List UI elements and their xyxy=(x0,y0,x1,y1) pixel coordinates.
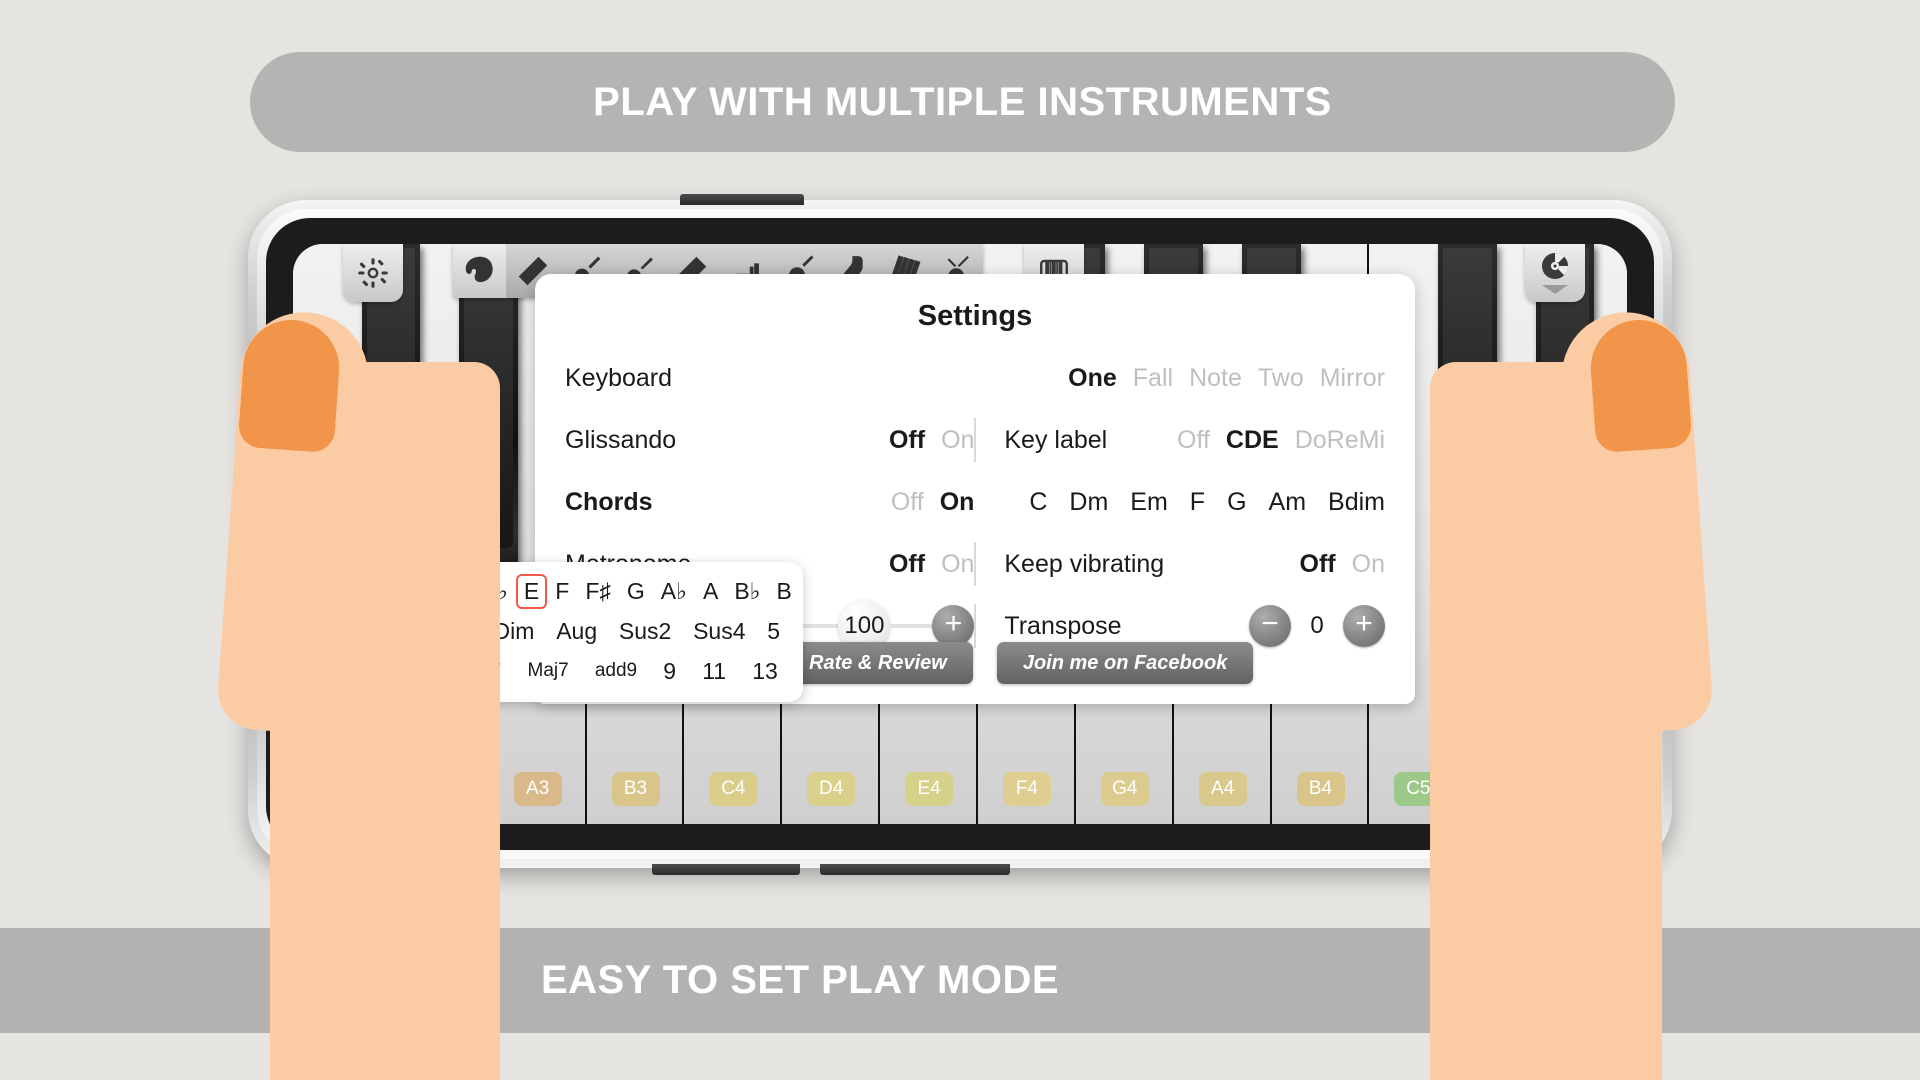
keyboard-option-fall[interactable]: Fall xyxy=(1133,364,1173,393)
keep-vibrating-option-on[interactable]: On xyxy=(1352,550,1385,579)
settings-cell-chords: Chords Off On xyxy=(565,488,974,517)
metronome-option-on[interactable]: On xyxy=(941,550,974,579)
chord-note-e[interactable]: E xyxy=(515,573,548,609)
phone-bottom-button-a xyxy=(652,864,800,875)
chords-label: Chords xyxy=(565,487,653,516)
settings-cell-chord-buttons: C Dm Em F G Am Bdim xyxy=(976,488,1385,517)
settings-cell-glissando: Glissando Off On xyxy=(565,426,974,455)
glissando-option-off[interactable]: Off xyxy=(889,426,925,455)
chord-note-b[interactable]: B xyxy=(769,574,800,609)
key-label-g4: G4 xyxy=(1100,772,1149,806)
keyboard-option-note[interactable]: Note xyxy=(1189,364,1242,393)
right-hand-illustration xyxy=(1410,242,1715,1080)
keep-vibrating-options[interactable]: Off On xyxy=(1300,550,1385,579)
chord-quality-aug[interactable]: Aug xyxy=(548,614,605,649)
settings-cell-keepvibrating: Keep vibrating Off On xyxy=(976,550,1385,579)
keyboard-option-one[interactable]: One xyxy=(1068,364,1117,393)
metronome-option-off[interactable]: Off xyxy=(889,550,925,579)
chord-extension-9[interactable]: 9 xyxy=(655,654,684,689)
glissando-options[interactable]: Off On xyxy=(889,426,974,455)
chord-button-c[interactable]: C xyxy=(1029,488,1047,517)
top-promo-banner: PLAY WITH MULTIPLE INSTRUMENTS xyxy=(250,52,1675,152)
key-label-option-off[interactable]: Off xyxy=(1177,426,1210,455)
chord-note-f[interactable]: F xyxy=(547,574,577,609)
key-label-d4: D4 xyxy=(807,772,856,806)
chord-note-g[interactable]: G xyxy=(619,574,653,609)
chords-option-on[interactable]: On xyxy=(940,488,975,517)
keyboard-options[interactable]: One Fall Note Two Mirror xyxy=(1068,364,1385,393)
tempo-track-right[interactable] xyxy=(890,624,933,628)
left-thumb-nail xyxy=(237,316,343,454)
key-label-b3: B3 xyxy=(611,772,660,806)
phone-top-button xyxy=(680,194,804,205)
chord-extension-add9[interactable]: add9 xyxy=(587,656,645,686)
facebook-button[interactable]: Join me on Facebook xyxy=(996,642,1254,684)
key-label-options[interactable]: Off CDE DoReMi xyxy=(1177,426,1385,455)
keep-vibrating-label: Keep vibrating xyxy=(1004,549,1165,578)
key-label-c4: C4 xyxy=(709,772,758,806)
key-label-b4: B4 xyxy=(1296,772,1345,806)
transpose-value: 0 xyxy=(1310,612,1324,639)
chord-button-list[interactable]: C Dm Em F G Am Bdim xyxy=(1029,488,1385,517)
bottom-banner-text: EASY TO SET PLAY MODE xyxy=(540,958,1060,1002)
chord-extension-13[interactable]: 13 xyxy=(744,654,786,689)
top-banner-text: PLAY WITH MULTIPLE INSTRUMENTS xyxy=(593,79,1332,124)
chord-button-bdim[interactable]: Bdim xyxy=(1328,488,1385,517)
settings-row-glissando-keylabel: Glissando Off On Key label Off CDE DoReMi xyxy=(565,409,1385,471)
phone-bottom-button-b xyxy=(820,864,1010,875)
chord-extension-11[interactable]: 11 xyxy=(694,654,734,689)
chord-button-g[interactable]: G xyxy=(1227,488,1246,517)
chord-button-f[interactable]: F xyxy=(1190,488,1205,517)
chord-button-am[interactable]: Am xyxy=(1269,488,1307,517)
transpose-minus-button[interactable]: − xyxy=(1249,605,1291,647)
chord-button-em[interactable]: Em xyxy=(1130,488,1168,517)
chord-note-b[interactable]: B♭ xyxy=(726,574,768,609)
chord-note-a[interactable]: A♭ xyxy=(653,574,695,609)
settings-cell-transpose: Transpose − 0 + xyxy=(976,605,1385,647)
rate-review-button[interactable]: Rate & Review xyxy=(783,642,973,684)
key-label-label: Key label xyxy=(1004,425,1108,454)
chord-quality-sus4[interactable]: Sus4 xyxy=(685,614,753,649)
settings-row-chords: Chords Off On C Dm Em F G Am Bdim xyxy=(565,471,1385,533)
key-label-a4: A4 xyxy=(1198,772,1247,806)
keep-vibrating-option-off[interactable]: Off xyxy=(1300,550,1336,579)
keyboard-label: Keyboard xyxy=(565,363,673,392)
chord-quality-5[interactable]: 5 xyxy=(759,614,788,649)
chord-extension-maj7[interactable]: Maj7 xyxy=(520,656,577,686)
key-label-f4: F4 xyxy=(1002,772,1051,806)
keyboard-option-mirror[interactable]: Mirror xyxy=(1320,364,1385,393)
key-label-a3: A3 xyxy=(513,772,562,806)
glissando-option-on[interactable]: On xyxy=(941,426,974,455)
chord-note-f[interactable]: F♯ xyxy=(577,574,619,609)
chord-button-dm[interactable]: Dm xyxy=(1069,488,1108,517)
chords-option-off[interactable]: Off xyxy=(891,488,924,517)
chord-quality-sus2[interactable]: Sus2 xyxy=(611,614,679,649)
glissando-label: Glissando xyxy=(565,425,677,454)
transpose-label: Transpose xyxy=(1004,611,1122,640)
settings-row-keyboard: Keyboard One Fall Note Two Mirror xyxy=(565,347,1385,409)
key-label-e4: E4 xyxy=(905,772,954,806)
transpose-plus-button[interactable]: + xyxy=(1343,605,1385,647)
settings-title: Settings xyxy=(917,300,1033,332)
tempo-plus-button[interactable]: + xyxy=(932,605,975,647)
metronome-options[interactable]: Off On xyxy=(889,550,974,579)
chords-options[interactable]: Off On xyxy=(891,488,975,517)
key-label-option-cde[interactable]: CDE xyxy=(1226,426,1279,455)
key-label-option-doremi[interactable]: DoReMi xyxy=(1295,426,1385,455)
chord-note-a[interactable]: A xyxy=(695,574,726,609)
settings-cell-keylabel: Key label Off CDE DoReMi xyxy=(976,426,1385,455)
transpose-stepper[interactable]: − 0 + xyxy=(1249,605,1385,647)
screenshot-root: PLAY WITH MULTIPLE INSTRUMENTS F3G3A3B3C… xyxy=(0,0,1920,1080)
keyboard-option-two[interactable]: Two xyxy=(1258,364,1304,393)
left-hand-illustration xyxy=(215,242,510,1080)
